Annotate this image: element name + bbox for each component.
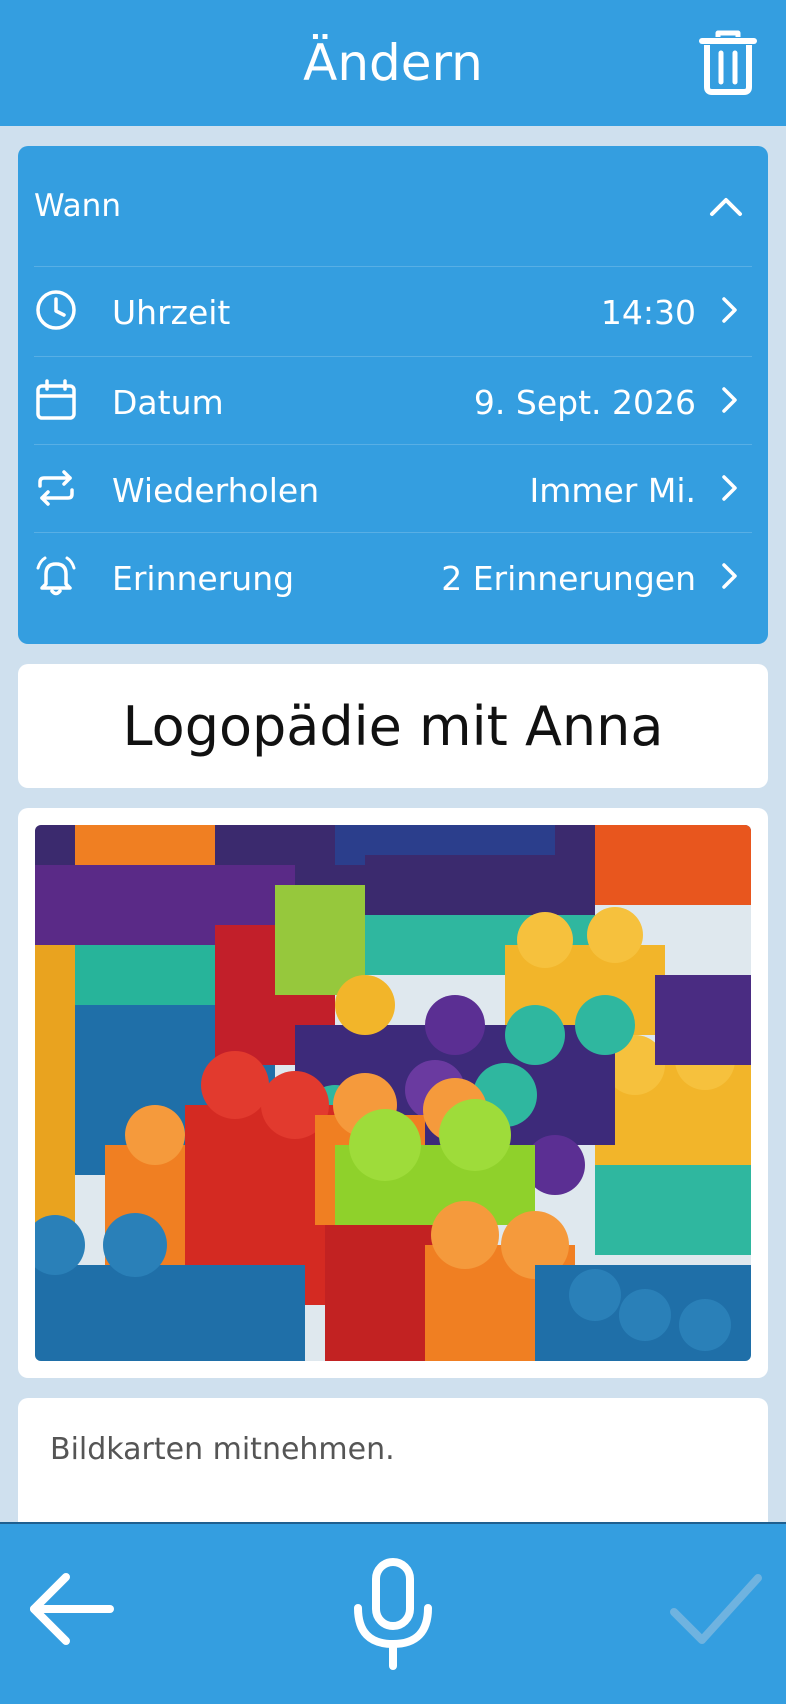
calendar-icon bbox=[36, 379, 76, 420]
chevron-right-icon bbox=[722, 387, 737, 413]
chevron-right-icon bbox=[722, 297, 737, 323]
reminder-value: 2 Erinnerungen bbox=[441, 559, 696, 598]
chevron-right-icon bbox=[722, 475, 737, 501]
reminder-row[interactable]: Erinnerung 2 Erinnerungen bbox=[34, 532, 752, 620]
note-text: Bildkarten mitnehmen. bbox=[50, 1432, 395, 1467]
back-button[interactable] bbox=[26, 1564, 116, 1654]
checkmark-icon bbox=[670, 1574, 762, 1644]
collapse-button[interactable] bbox=[696, 176, 756, 236]
microphone-icon bbox=[354, 1558, 432, 1670]
when-header[interactable]: Wann bbox=[18, 146, 768, 266]
time-label: Uhrzeit bbox=[112, 293, 231, 332]
when-title: Wann bbox=[34, 188, 121, 224]
chevron-up-icon bbox=[710, 198, 742, 216]
event-image[interactable] bbox=[35, 825, 751, 1361]
building-blocks-image bbox=[35, 825, 751, 1361]
event-title: Logopädie mit Anna bbox=[122, 694, 664, 758]
repeat-icon bbox=[38, 470, 74, 506]
time-value: 14:30 bbox=[600, 293, 696, 332]
bottom-toolbar bbox=[0, 1522, 786, 1704]
repeat-value: Immer Mi. bbox=[529, 471, 696, 510]
event-title-field[interactable]: Logopädie mit Anna bbox=[18, 664, 768, 788]
arrow-left-icon bbox=[30, 1573, 114, 1645]
date-value: 9. Sept. 2026 bbox=[473, 383, 696, 422]
reminder-label: Erinnerung bbox=[112, 559, 295, 598]
delete-button[interactable] bbox=[686, 20, 770, 104]
repeat-row[interactable]: Wiederholen Immer Mi. bbox=[34, 444, 752, 532]
image-card[interactable] bbox=[18, 808, 768, 1378]
repeat-label: Wiederholen bbox=[112, 471, 320, 510]
trash-icon bbox=[699, 30, 757, 95]
app-header: Ändern bbox=[0, 0, 786, 126]
when-card: Wann Uhrzeit 14:30 Datum 9. Sept. 2026 W… bbox=[18, 146, 768, 644]
date-row[interactable]: Datum 9. Sept. 2026 bbox=[34, 356, 752, 444]
date-label: Datum bbox=[112, 383, 224, 422]
bell-icon bbox=[36, 556, 76, 596]
time-row[interactable]: Uhrzeit 14:30 bbox=[34, 266, 752, 354]
voice-input-button[interactable] bbox=[348, 1558, 438, 1670]
clock-icon bbox=[36, 290, 76, 330]
confirm-button[interactable] bbox=[668, 1570, 764, 1650]
chevron-right-icon bbox=[722, 563, 737, 589]
page-title: Ändern bbox=[303, 34, 483, 92]
